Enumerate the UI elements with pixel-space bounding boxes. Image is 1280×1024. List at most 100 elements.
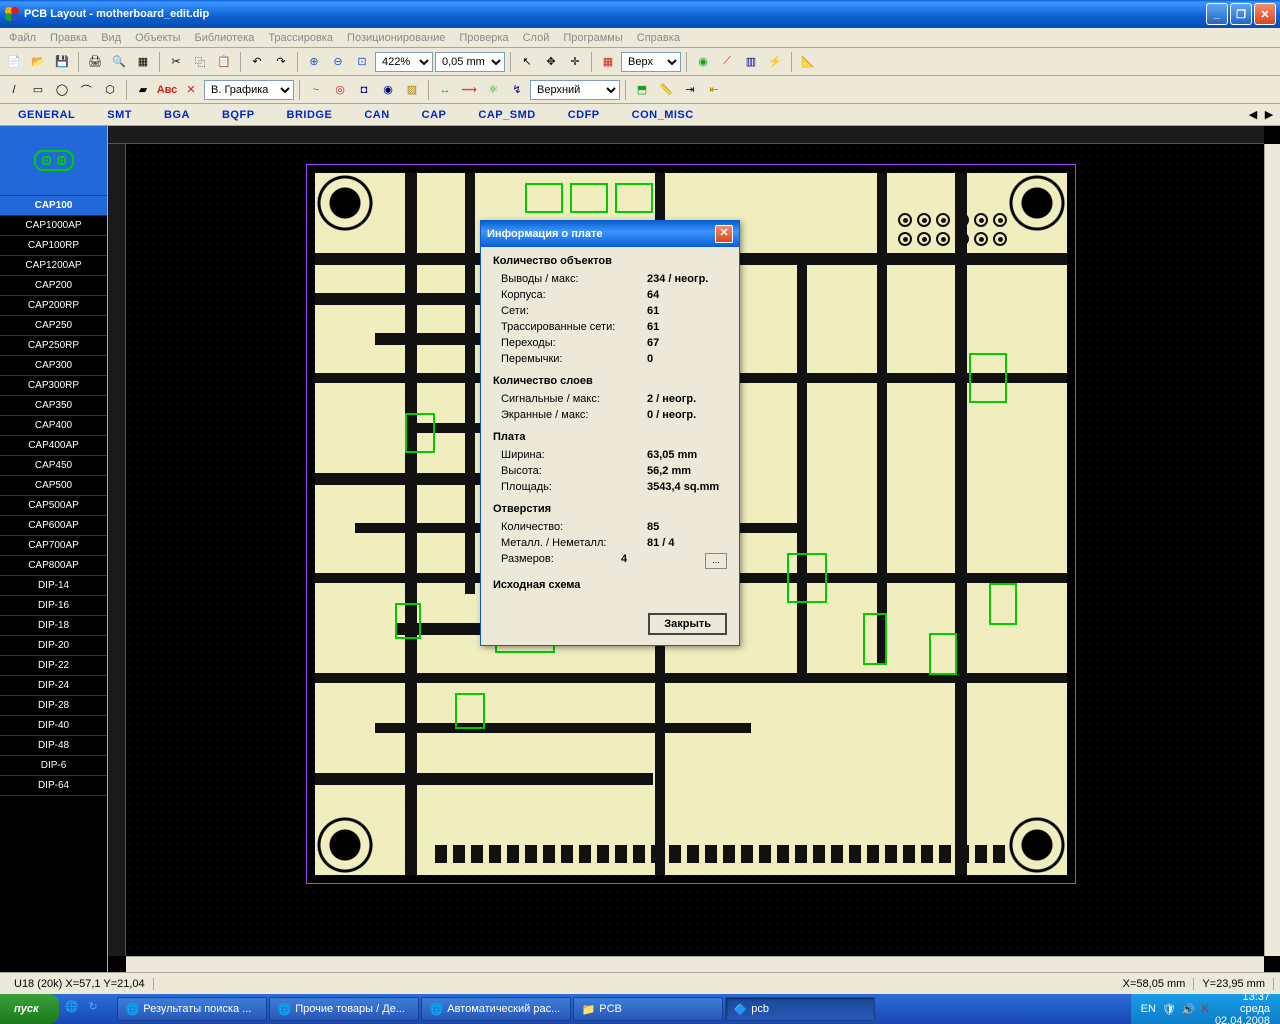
cat-BRIDGE[interactable]: BRIDGE [273,106,347,124]
redo-icon[interactable]: ↷ [270,51,292,73]
dialog-close-btn[interactable]: Закрыть [648,613,727,635]
lib-item[interactable]: CAP400 [0,416,107,436]
menu-Файл[interactable]: Файл [2,30,43,46]
rect-icon[interactable]: ▭ [27,79,49,101]
export-icon[interactable]: ⇤ [703,79,725,101]
lib-item[interactable]: DIP-16 [0,596,107,616]
zoom-fit-icon[interactable]: ⊡ [351,51,373,73]
lib-item[interactable]: CAP250 [0,316,107,336]
lib-item[interactable]: DIP-28 [0,696,107,716]
task-button[interactable]: 🌐Результаты поиска ... [117,997,267,1021]
menu-Справка[interactable]: Справка [630,30,687,46]
text-icon[interactable]: Авс [156,79,178,101]
cat-CAP[interactable]: CAP [408,106,461,124]
lib-item[interactable]: CAP250RP [0,336,107,356]
lib-item[interactable]: DIP-40 [0,716,107,736]
menu-Программы[interactable]: Программы [556,30,629,46]
tray-sound-icon[interactable]: 🔊 [1182,1003,1196,1016]
via-icon[interactable]: ◎ [329,79,351,101]
dialog-titlebar[interactable]: Информация о плате ✕ [481,221,739,247]
dialog-close-button[interactable]: ✕ [715,225,733,243]
arrow-icon[interactable]: ↖ [516,51,538,73]
lib-item[interactable]: DIP-48 [0,736,107,756]
line-icon[interactable]: / [3,79,25,101]
minimize-button[interactable]: _ [1206,3,1228,25]
lib-item[interactable]: CAP300 [0,356,107,376]
lib-item[interactable]: CAP500 [0,476,107,496]
lib-item[interactable]: CAP100 [0,196,107,216]
ie-icon[interactable]: 🌐 [65,1000,83,1018]
hole-icon[interactable]: ◉ [377,79,399,101]
lib-item[interactable]: CAP1000AP [0,216,107,236]
unroute-icon[interactable]: ↯ [506,79,528,101]
lib-item[interactable]: CAP200 [0,276,107,296]
copy-icon[interactable]: ⿻ [189,51,211,73]
graphics-select[interactable]: В. Графика [204,80,294,100]
open-icon[interactable]: 📂 [27,51,49,73]
lib-item[interactable]: CAP1200AP [0,256,107,276]
lib-item[interactable]: DIP-22 [0,656,107,676]
cat-CAN[interactable]: CAN [350,106,403,124]
copper-icon[interactable]: ▨ [401,79,423,101]
menu-Вид[interactable]: Вид [94,30,128,46]
preview-icon[interactable]: 🔍 [108,51,130,73]
system-tray[interactable]: EN 🛡 🔊 K 13:37 среда 02.04.2008 [1131,994,1280,1024]
lib-item[interactable]: CAP450 [0,456,107,476]
pad-icon[interactable]: ◘ [353,79,375,101]
lib-item[interactable]: DIP-18 [0,616,107,636]
net-icon[interactable]: ⟋ [716,51,738,73]
lib-item[interactable]: CAP600AP [0,516,107,536]
poly-icon[interactable]: ⬡ [99,79,121,101]
start-button[interactable]: пуск [0,994,59,1024]
delete-icon[interactable]: ✕ [180,79,202,101]
zoom-select[interactable]: 422% [375,52,433,72]
zoom-out-icon[interactable]: ⊖ [327,51,349,73]
task-button[interactable]: 🌐Автоматический рас... [421,997,571,1021]
measure-icon[interactable]: 📏 [655,79,677,101]
menu-Библиотека[interactable]: Библиотека [188,30,262,46]
grid-select[interactable]: 0,05 mm [435,52,505,72]
undo-icon[interactable]: ↶ [246,51,268,73]
cat-CON_MISC[interactable]: CON_MISC [618,106,708,124]
import-icon[interactable]: ⇥ [679,79,701,101]
cat-prev-icon[interactable]: ◀ [1246,108,1260,122]
trace-icon[interactable]: ~ [305,79,327,101]
tray-lang[interactable]: EN [1141,1003,1156,1015]
restore-button[interactable]: ❐ [1230,3,1252,25]
dim-icon[interactable]: ↔ [434,79,456,101]
lib-item[interactable]: CAP800AP [0,556,107,576]
titleblock-icon[interactable]: ▦ [132,51,154,73]
lib-item[interactable]: CAP700AP [0,536,107,556]
cat-SMT[interactable]: SMT [93,106,146,124]
autoroute-icon[interactable]: ⚡ [764,51,786,73]
new-icon[interactable]: 📄 [3,51,25,73]
lib-item[interactable]: CAP300RP [0,376,107,396]
ratsnest-icon[interactable]: ⚛ [482,79,504,101]
refresh-icon[interactable]: ↻ [89,1000,107,1018]
task-button[interactable]: 🔷pcb [725,997,875,1021]
close-button[interactable]: ✕ [1254,3,1276,25]
cat-CDFP[interactable]: CDFP [554,106,614,124]
cat-GENERAL[interactable]: GENERAL [4,106,89,124]
lib-item[interactable]: CAP500AP [0,496,107,516]
menu-Проверка[interactable]: Проверка [452,30,515,46]
place-icon[interactable]: ⬒ [631,79,653,101]
zoom-in-icon[interactable]: ⊕ [303,51,325,73]
route-icon[interactable]: ◉ [692,51,714,73]
library-sidebar[interactable]: CAP100CAP1000APCAP100RPCAP1200APCAP200CA… [0,126,108,972]
layer-select[interactable]: Верх [621,52,681,72]
cat-BQFP[interactable]: BQFP [208,106,269,124]
task-button[interactable]: 📁PCB [573,997,723,1021]
cat-CAP_SMD[interactable]: CAP_SMD [464,106,549,124]
menu-Правка[interactable]: Правка [43,30,94,46]
origin-icon[interactable]: ✛ [564,51,586,73]
trace2-icon[interactable]: ⟿ [458,79,480,101]
lib-item[interactable]: DIP-14 [0,576,107,596]
lib-item[interactable]: CAP200RP [0,296,107,316]
arc-icon[interactable]: ⌒ [75,79,97,101]
lib-item[interactable]: CAP100RP [0,236,107,256]
print-icon[interactable]: 🖨 [84,51,106,73]
cut-icon[interactable]: ✂ [165,51,187,73]
menu-Позиционирование[interactable]: Позиционирование [340,30,452,46]
task-button[interactable]: 🌐Прочие товары / Де... [269,997,419,1021]
